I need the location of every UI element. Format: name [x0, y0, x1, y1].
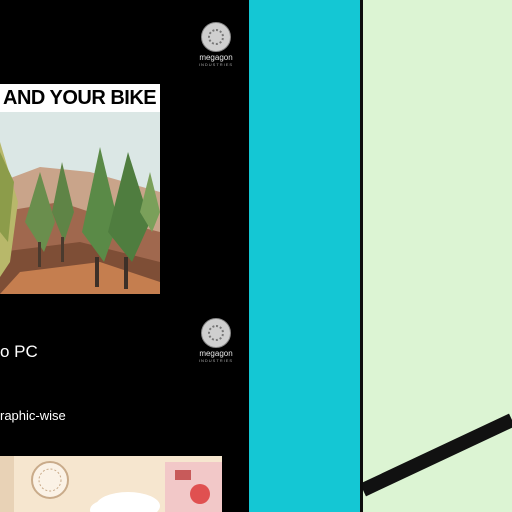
publisher-name: megagon	[199, 53, 233, 62]
illustration-image	[0, 456, 222, 512]
publisher-logo[interactable]: megagon INDUSTRIES	[193, 22, 239, 68]
publisher-tagline: INDUSTRIES	[198, 358, 234, 363]
article-snippet: raphic-wise	[0, 408, 66, 423]
green-panel	[363, 0, 512, 512]
diagonal-line-shape	[363, 413, 512, 497]
article-thumbnail[interactable]: AND YOUR BIKE	[0, 84, 160, 294]
lowpoly-landscape-image	[0, 112, 160, 294]
megagon-logo-icon	[201, 22, 231, 52]
megagon-logo-icon	[201, 318, 231, 348]
article-title[interactable]: o PC	[0, 342, 38, 362]
feed-panel: megagon INDUSTRIES AND YOUR BIKE megagon…	[0, 0, 249, 512]
thumbnail-headline: AND YOUR BIKE	[0, 84, 160, 112]
cyan-panel	[249, 0, 360, 512]
publisher-name: megagon	[199, 349, 233, 358]
article-thumbnail[interactable]	[0, 456, 222, 512]
publisher-tagline: INDUSTRIES	[198, 62, 234, 67]
publisher-logo[interactable]: megagon INDUSTRIES	[193, 318, 239, 364]
